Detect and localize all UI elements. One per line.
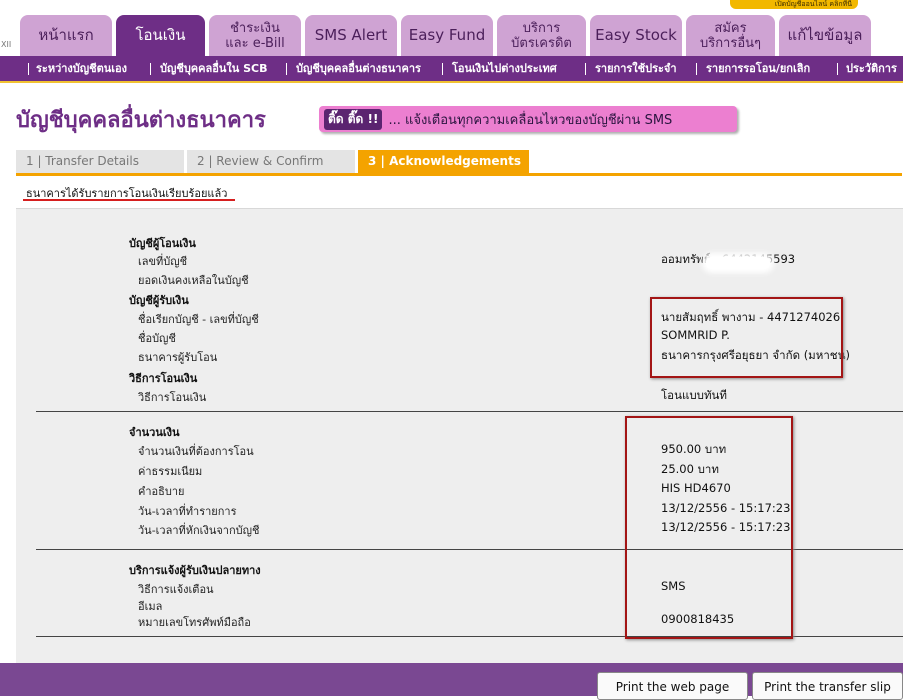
tab-other-services[interactable]: สมัคร บริการอื่นๆ [686, 15, 775, 56]
sms-banner-badge: ติ๊ด ติ๊ด !! [324, 108, 383, 130]
subnav-pending[interactable]: รายการรอโอน/ยกเลิก [706, 56, 810, 81]
subnav-other-scb[interactable]: บัญชีบุคคลอื่นใน SCB [160, 56, 268, 81]
redacted-balance [706, 257, 770, 269]
subnav-favorites[interactable]: รายการใช้ประจำ [595, 56, 677, 81]
tab-label: แก้ไขข้อมูล [787, 26, 863, 44]
subnav-history[interactable]: ประวัติการ [846, 56, 897, 81]
transfer-subnav: ระหว่างบัญชีตนเอง บัญชีบุคคลอื่นใน SCB บ… [0, 56, 903, 83]
page-title: บัญชีบุคคลอื่นต่างธนาคาร [16, 108, 266, 133]
recipient-bank-label: ธนาคารผู้รับโอน [138, 351, 218, 364]
progress-steps: 1 | Transfer Details 2 | Review & Confir… [16, 150, 902, 176]
balance-label: ยอดเงินคงเหลือในบัญชี [138, 274, 249, 287]
tab-home[interactable]: หน้าแรก [20, 15, 112, 56]
tab-label: Easy Fund [408, 26, 486, 44]
recipient-nickname-label: ชื่อเรียกบัญชี - เลขที่บัญชี [138, 313, 259, 326]
subnav-separator [442, 63, 443, 75]
tab-label: Easy Stock [595, 26, 677, 44]
subnav-other-bank[interactable]: บัญชีบุคคลอื่นต่างธนาคาร [296, 56, 421, 81]
sms-promo-banner[interactable]: ติ๊ด ติ๊ด !! ... แจ้งเตือนทุกความเคลื่อน… [319, 106, 737, 132]
fee-label: ค่าธรรมเนียม [138, 465, 203, 478]
top-tab-bar: เปิดบัญชีออนไลน์ คลิกที่นี่ XII หน้าแรก … [0, 0, 903, 56]
tab-label: โอนเงิน [135, 26, 186, 44]
transaction-time-label: วัน-เวลาที่ทำรายการ [138, 505, 237, 518]
tab-easy-fund[interactable]: Easy Fund [401, 15, 493, 56]
tab-sms-alert[interactable]: SMS Alert [305, 15, 397, 56]
debit-time-label: วัน-เวลาที่หักเงินจากบัญชี [138, 524, 260, 537]
section-amount: จำนวนเงิน [129, 426, 180, 439]
step-acknowledgements: 3 | Acknowledgements [358, 150, 529, 173]
sms-banner-message: ... แจ้งเตือนทุกความเคลื่อนไหวของบัญชีผ่… [388, 112, 673, 128]
tab-label: สมัคร บริการอื่นๆ [699, 20, 762, 51]
description-label: คำอธิบาย [138, 485, 185, 498]
subnav-international[interactable]: โอนเงินไปต่างประเทศ [452, 56, 557, 81]
subnav-separator [696, 63, 697, 75]
subnav-separator [286, 63, 287, 75]
highlight-underline [23, 199, 235, 201]
open-account-promo[interactable]: เปิดบัญชีออนไลน์ คลิกที่นี่ [730, 0, 858, 9]
subnav-separator [150, 63, 151, 75]
tab-label: บริการ บัตรเครดิต [511, 20, 572, 51]
tab-label: หน้าแรก [38, 26, 94, 44]
section-transfer-method: วิธีการโอนเงิน [129, 372, 198, 385]
subnav-separator [837, 63, 838, 75]
transfer-method: โอนแบบทันที [661, 388, 727, 402]
transfer-method-label: วิธีการโอนเงิน [138, 391, 207, 404]
tab-credit-card[interactable]: บริการ บัตรเครดิต [497, 15, 586, 56]
step-review-confirm: 2 | Review & Confirm [187, 150, 355, 173]
recipient-highlight-box [650, 297, 843, 378]
section-recipient-notification: บริการแจ้งผู้รับเงินปลายทาง [129, 564, 261, 577]
subnav-separator [28, 63, 29, 75]
from-account-no-label: เลขที่บัญชี [138, 255, 188, 268]
recipient-name-label: ชื่อบัญชี [138, 332, 176, 345]
section-from-account: บัญชีผู้โอนเงิน [129, 237, 196, 250]
tab-payment-ebill[interactable]: ชำระเงิน และ e-Bill [209, 15, 301, 56]
amount-label: จำนวนเงินที่ต้องการโอน [138, 445, 254, 458]
notify-method-label: วิธีการแจ้งเตือน [138, 583, 214, 596]
subnav-separator [585, 63, 586, 75]
transfer-details-panel: บัญชีผู้โอนเงิน เลขที่บัญชี ออมทรัพย์ - … [16, 208, 903, 664]
section-divider [36, 411, 903, 412]
step-transfer-details: 1 | Transfer Details [16, 150, 184, 173]
subnav-own-accounts[interactable]: ระหว่างบัญชีตนเอง [36, 56, 127, 81]
tab-edit-profile[interactable]: แก้ไขข้อมูล [779, 15, 871, 56]
section-to-account: บัญชีผู้รับเงิน [129, 294, 189, 307]
tab-label: ชำระเงิน และ e-Bill [225, 20, 285, 51]
tab-transfer[interactable]: โอนเงิน [116, 15, 205, 56]
tab-easy-stock[interactable]: Easy Stock [590, 15, 682, 56]
corner-label: XII [1, 40, 12, 49]
mobile-number-label: หมายเลขโทรศัพท์มือถือ [138, 616, 251, 629]
amount-highlight-box [625, 416, 793, 639]
tab-label: SMS Alert [314, 26, 388, 44]
